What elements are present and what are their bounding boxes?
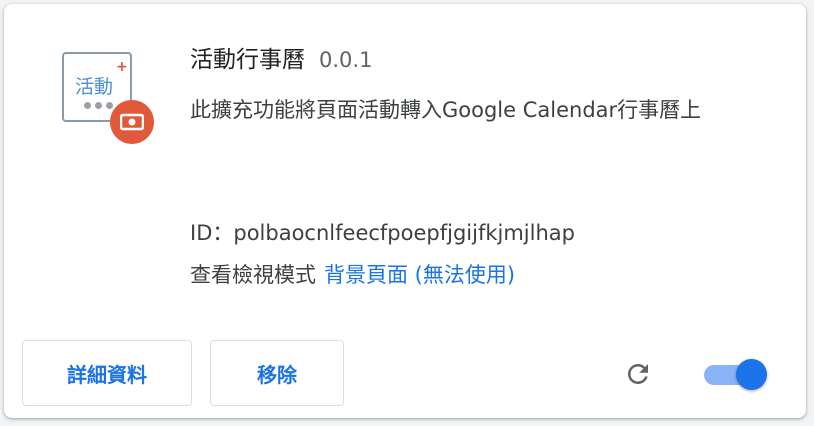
enable-toggle[interactable] xyxy=(704,356,768,392)
dots-icon xyxy=(84,102,113,109)
inspect-label: 查看檢視模式 xyxy=(190,263,316,287)
toggle-knob xyxy=(736,359,767,390)
remove-button[interactable]: 移除 xyxy=(210,340,344,406)
id-label: ID： xyxy=(190,221,234,245)
plus-icon: + xyxy=(116,59,128,75)
background-page-link[interactable]: 背景頁面 (無法使用) xyxy=(324,263,515,287)
extension-description: 此擴充功能將頁面活動轉入Google Calendar行事曆上 xyxy=(190,98,702,122)
id-value: polbaocnlfeecfpoepfjgijfkjmjlhap xyxy=(233,221,575,245)
details-button[interactable]: 詳細資料 xyxy=(22,340,192,406)
inspect-views: 查看檢視模式 背景頁面 (無法使用) xyxy=(190,259,515,289)
camera-badge-icon xyxy=(110,100,154,144)
extension-title: 活動行事曆 0.0.1 xyxy=(190,40,372,74)
extension-id: ID：polbaocnlfeecfpoepfjgijfkjmjlhap xyxy=(190,217,575,247)
reload-icon[interactable] xyxy=(622,358,654,390)
extension-icon: 活動 + xyxy=(60,48,156,144)
icon-label: 活動 xyxy=(75,76,114,98)
extension-card: 活動 + 活動行事曆 0.0.1 此擴充功能將頁面活動轉入Google Calen… xyxy=(4,4,806,418)
extension-version: 0.0.1 xyxy=(319,48,373,72)
extension-name: 活動行事曆 xyxy=(190,47,305,73)
